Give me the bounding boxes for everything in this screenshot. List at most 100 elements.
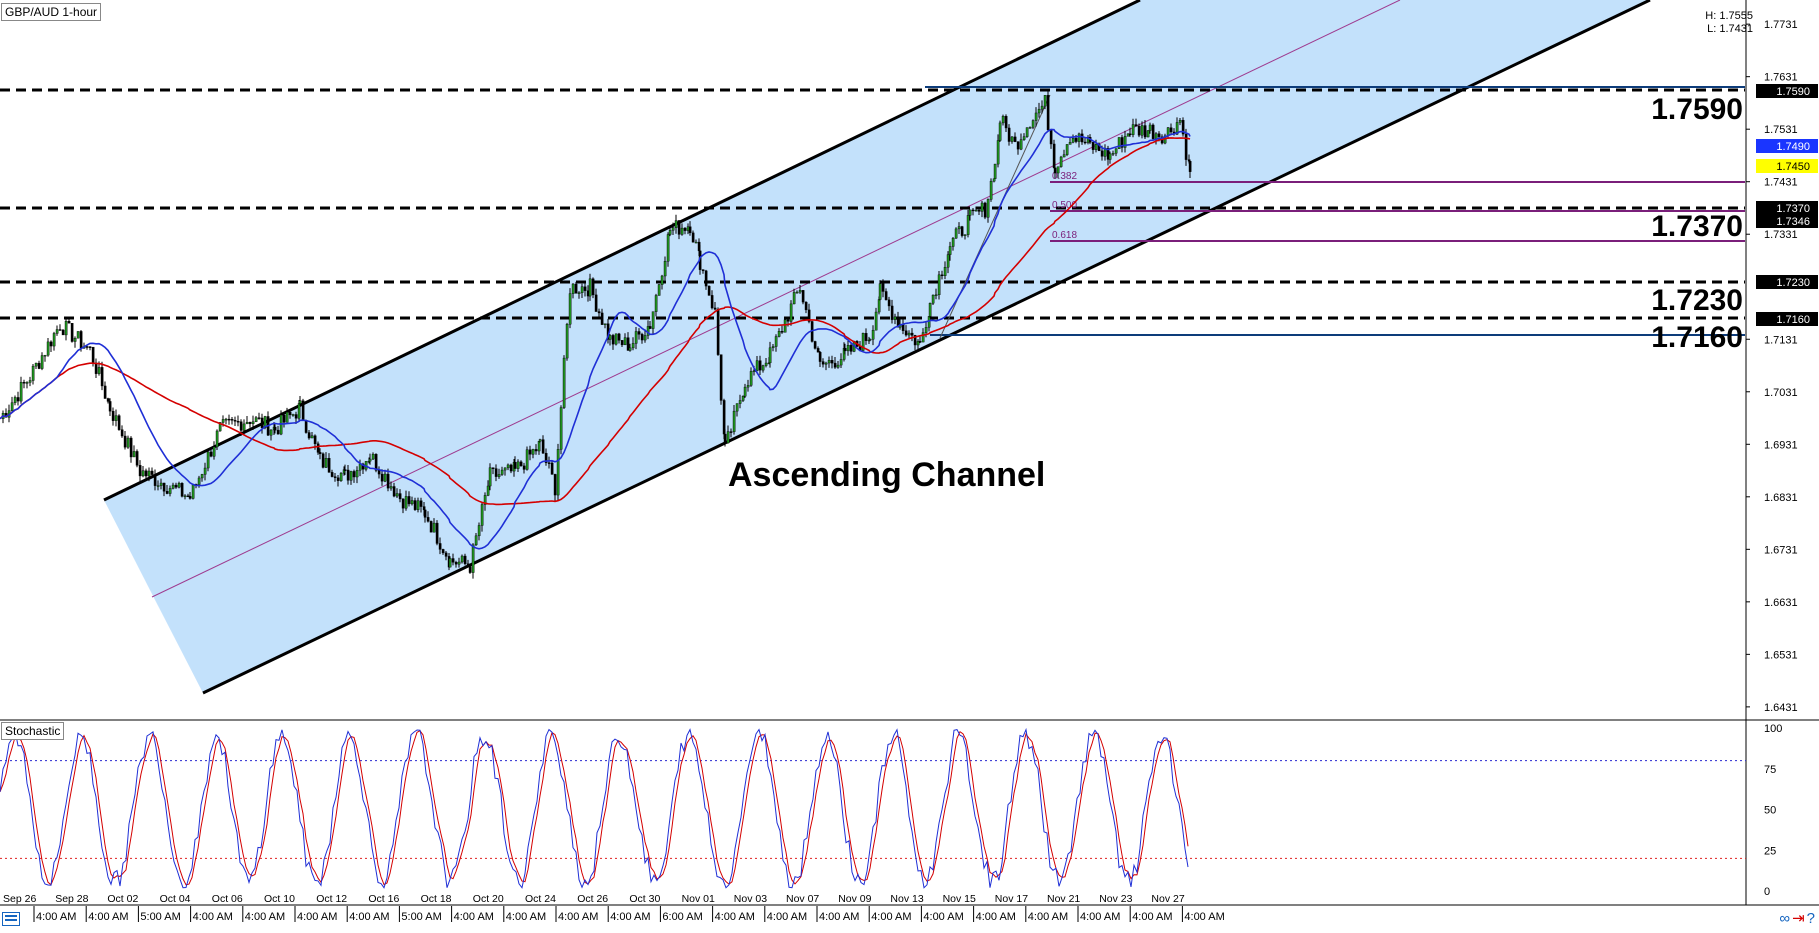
candle-body bbox=[463, 555, 467, 564]
candle-body bbox=[1028, 127, 1032, 129]
candle-body bbox=[444, 552, 448, 557]
candle-body bbox=[989, 180, 993, 200]
price-tick-label: 1.6731 bbox=[1764, 544, 1798, 556]
candle-body bbox=[156, 485, 160, 487]
candle-body bbox=[70, 323, 74, 342]
candle-body bbox=[813, 341, 817, 349]
candle-body bbox=[25, 382, 29, 384]
candle-body bbox=[432, 522, 436, 533]
candle-body bbox=[818, 351, 822, 362]
stochastic-label: Stochastic bbox=[1, 722, 65, 740]
candle-body bbox=[441, 549, 445, 554]
candle-body bbox=[541, 439, 545, 454]
candle-body bbox=[637, 331, 641, 335]
candle-body bbox=[486, 485, 490, 496]
candle-body bbox=[918, 341, 922, 343]
candle-body bbox=[1128, 133, 1132, 136]
stoch-tick-label: 50 bbox=[1764, 805, 1776, 817]
price-tick-label: 1.7731 bbox=[1764, 19, 1798, 31]
candle-body bbox=[37, 362, 41, 369]
candle-body bbox=[668, 230, 672, 235]
candle-body bbox=[73, 337, 77, 342]
price-tick-label: 1.6431 bbox=[1764, 702, 1798, 714]
candle-body bbox=[291, 414, 295, 416]
candle-body bbox=[623, 337, 627, 346]
candle-body bbox=[88, 346, 92, 348]
candle-body bbox=[162, 482, 166, 492]
candle-body bbox=[206, 451, 210, 469]
help-icon[interactable]: ? bbox=[1807, 910, 1817, 927]
link-icon[interactable]: ∞ bbox=[1779, 910, 1792, 927]
candle-body bbox=[611, 335, 615, 345]
candle-body bbox=[230, 419, 234, 421]
candle-body bbox=[1025, 127, 1029, 137]
candle-body bbox=[203, 467, 207, 475]
time-tick-label: 4:00 AM bbox=[36, 911, 76, 923]
candle-body bbox=[726, 431, 730, 444]
candle-body bbox=[1140, 125, 1144, 136]
time-tick-label: 4:00 AM bbox=[610, 911, 650, 923]
candle-body bbox=[138, 465, 142, 477]
list-icon[interactable] bbox=[2, 912, 20, 926]
candle-body bbox=[707, 285, 711, 296]
candle-body bbox=[488, 467, 492, 487]
candle-body bbox=[640, 334, 644, 341]
candle-body bbox=[583, 286, 587, 291]
candle-body bbox=[1022, 136, 1026, 140]
candle-body bbox=[236, 421, 240, 423]
candle-body bbox=[716, 309, 720, 355]
candle-body bbox=[764, 362, 768, 366]
candle-body bbox=[1131, 124, 1135, 135]
candle-body bbox=[1013, 136, 1017, 142]
candle-body bbox=[591, 278, 595, 296]
candle-body bbox=[316, 443, 320, 453]
level-label-1: 1.7590 bbox=[1651, 93, 1743, 126]
candle-body bbox=[937, 274, 941, 296]
candle-body bbox=[674, 220, 678, 228]
candle-body bbox=[285, 411, 289, 423]
candle-body bbox=[556, 449, 560, 496]
candle-body bbox=[1049, 129, 1053, 145]
candle-body bbox=[91, 346, 95, 364]
arrow-exit-icon[interactable]: ⇥ bbox=[1792, 910, 1807, 927]
candle-body bbox=[980, 202, 984, 212]
candle-body bbox=[992, 178, 996, 182]
candle-body bbox=[410, 500, 414, 505]
fib-label-2: 0.500 bbox=[1052, 200, 1077, 211]
candle-body bbox=[103, 385, 107, 399]
candle-body bbox=[288, 411, 292, 416]
candle-body bbox=[846, 345, 850, 352]
date-tick-label: Oct 30 bbox=[629, 893, 660, 905]
candle-body bbox=[804, 301, 808, 311]
candle-body bbox=[197, 477, 201, 485]
candle-body bbox=[64, 321, 68, 336]
candle-body bbox=[165, 491, 169, 494]
candle-body bbox=[565, 324, 569, 359]
candle-body bbox=[550, 462, 554, 475]
candle-body bbox=[349, 471, 353, 481]
candle-body bbox=[313, 435, 317, 445]
time-tick-label: 4:00 AM bbox=[923, 911, 963, 923]
candle-body bbox=[603, 323, 607, 325]
candle-body bbox=[1053, 167, 1057, 174]
candle-body bbox=[307, 432, 311, 439]
candle-body bbox=[506, 464, 510, 469]
candle-body bbox=[398, 493, 402, 500]
candle-body bbox=[1040, 105, 1044, 110]
candle-body bbox=[516, 461, 520, 469]
time-tick-label: 4:00 AM bbox=[1028, 911, 1068, 923]
candle-body bbox=[358, 463, 362, 471]
candle-body bbox=[248, 422, 252, 424]
candle-body bbox=[946, 254, 950, 268]
candle-body bbox=[924, 327, 928, 333]
price-flag-label: 1.7160 bbox=[1776, 314, 1810, 326]
candle-body bbox=[998, 122, 1002, 141]
candle-body bbox=[1188, 161, 1192, 172]
date-tick-label: Oct 04 bbox=[160, 893, 191, 905]
time-tick-label: 4:00 AM bbox=[767, 911, 807, 923]
candle-body bbox=[713, 307, 717, 310]
stoch-tick-label: 100 bbox=[1764, 723, 1782, 735]
candle-body bbox=[282, 414, 286, 423]
candle-body bbox=[174, 484, 178, 488]
candle-body bbox=[144, 470, 148, 477]
